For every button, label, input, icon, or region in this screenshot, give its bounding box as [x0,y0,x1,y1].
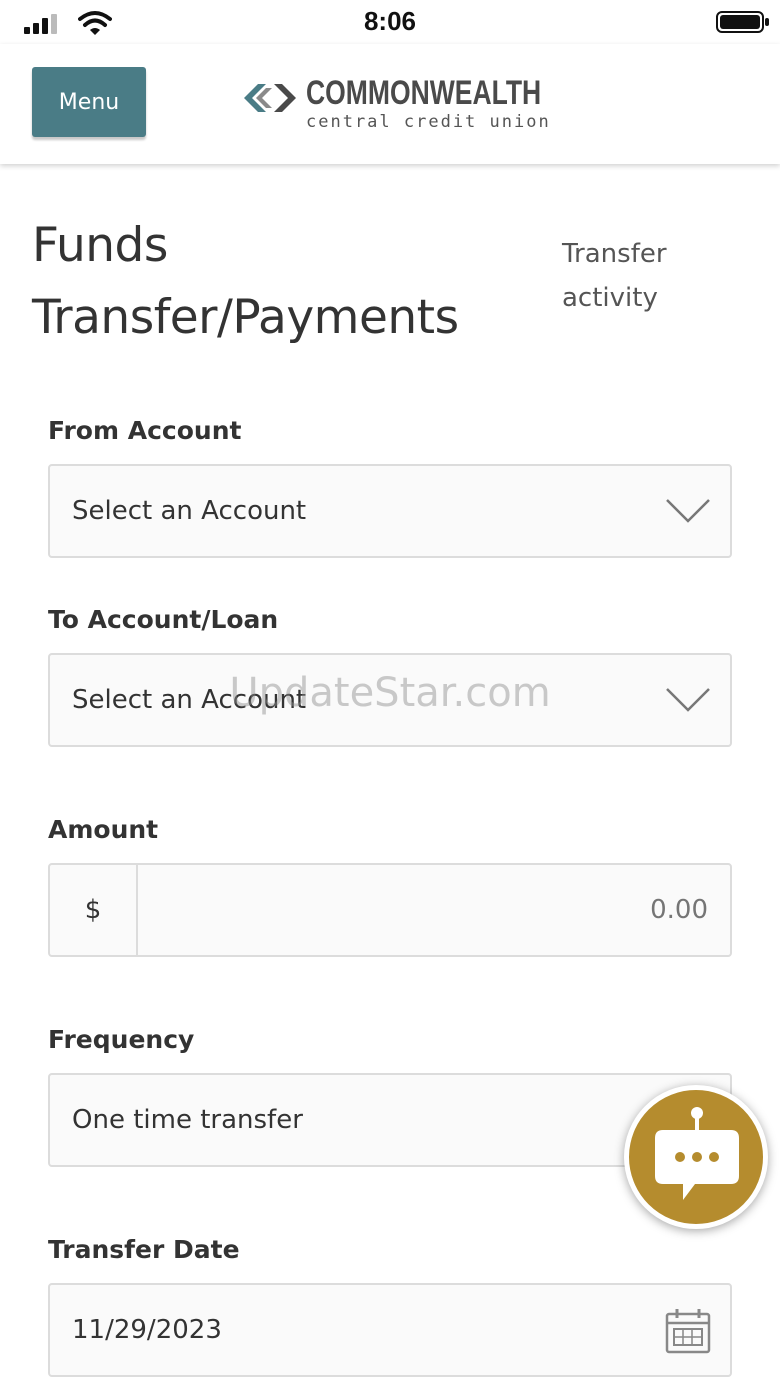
app-header: Menu COMMONWEALTH central credit union [0,44,780,164]
brand-logo[interactable]: COMMONWEALTH central credit union [240,74,549,134]
chevron-down-icon [666,688,710,712]
logo-title: COMMONWEALTH [306,74,542,112]
page-title-line2: Transfer/Payments [32,290,459,345]
battery-icon [716,11,769,33]
frequency-label: Frequency [48,1025,195,1054]
page-title: Funds Transfer/Payments [32,210,532,354]
to-account-label: To Account/Loan [48,605,279,634]
transfer-activity-link[interactable]: Transfer activity [562,232,712,320]
logo-subtitle: central credit union [306,112,551,132]
transfer-date-field[interactable]: 11/29/2023 [48,1283,732,1377]
amount-field: $ [48,863,732,957]
from-account-value: Select an Account [72,496,307,526]
status-bar: 8:06 [0,0,780,44]
currency-symbol: $ [50,865,138,955]
page-title-line1: Funds [32,218,168,273]
activity-link-line2: activity [562,283,658,313]
amount-input[interactable] [140,865,730,955]
menu-button[interactable]: Menu [32,67,146,137]
to-account-select[interactable]: Select an Account [48,653,732,747]
chevron-down-icon [666,499,710,523]
frequency-value: One time transfer [72,1105,303,1135]
transfer-date-label: Transfer Date [48,1235,240,1264]
calendar-icon[interactable] [664,1307,712,1355]
from-account-select[interactable]: Select an Account [48,464,732,558]
amount-label: Amount [48,815,159,844]
chatbot-button[interactable] [624,1085,768,1229]
logo-chevron-icon [244,84,296,112]
from-account-label: From Account [48,416,242,445]
transfer-date-value: 11/29/2023 [72,1315,222,1345]
to-account-value: Select an Account [72,685,307,715]
status-time: 8:06 [363,6,417,36]
chatbot-icon [655,1107,739,1200]
activity-link-line1: Transfer [562,239,667,269]
